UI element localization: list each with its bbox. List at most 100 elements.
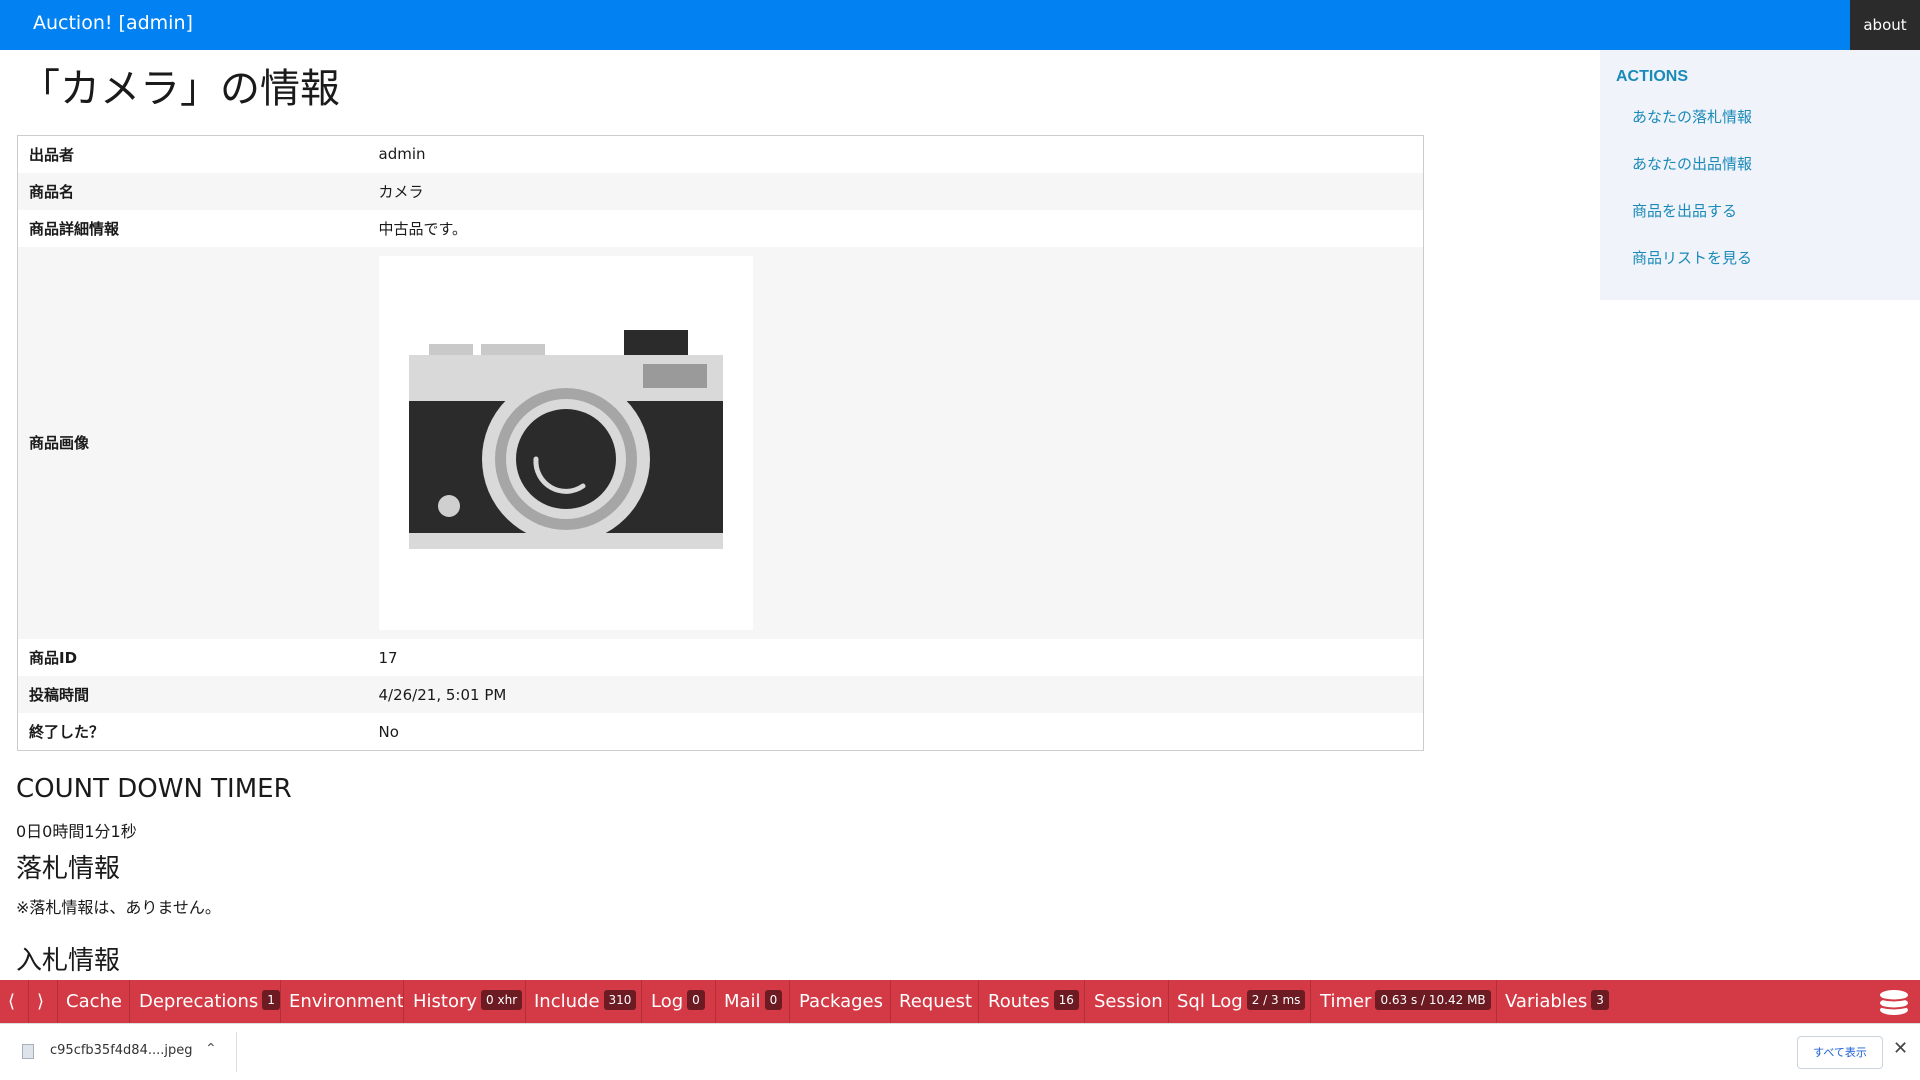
actions-sidebar: ACTIONS あなたの落札情報 あなたの出品情報 商品を出品する 商品リストを…: [1600, 50, 1920, 300]
panel-sql-log[interactable]: Sql Log 2 / 3 ms: [1177, 980, 1306, 1023]
action-add-item[interactable]: 商品を出品する: [1632, 200, 1752, 247]
panel-cache[interactable]: Cache: [66, 980, 122, 1023]
panel-badge: 0: [687, 990, 705, 1010]
toolbar-divider: [1168, 980, 1169, 1023]
countdown-value: 0日0時間1分1秒: [16, 822, 137, 841]
item-details-table: 出品者 admin 商品名 カメラ 商品詳細情報 中古品です。 商品画像 商品I…: [17, 135, 1424, 751]
chevron-right-icon[interactable]: ⟩: [37, 980, 44, 1023]
panel-label: Environment: [289, 991, 404, 1012]
toolbar-divider: [978, 980, 979, 1023]
panel-badge: 1: [262, 990, 280, 1010]
toolbar-divider: [641, 980, 642, 1023]
panel-variables[interactable]: Variables 3: [1505, 980, 1609, 1023]
toolbar-divider: [280, 980, 281, 1023]
panel-log[interactable]: Log 0: [651, 980, 705, 1023]
table-row: 商品詳細情報 中古品です。: [17, 209, 1424, 247]
chevron-left-icon[interactable]: ⟨: [8, 980, 15, 1023]
camera-button-left: [428, 343, 473, 356]
row-value: 17: [378, 648, 398, 667]
panel-label: Session: [1094, 991, 1163, 1012]
row-label: 投稿時間: [29, 686, 90, 705]
debugkit-logo-icon[interactable]: [1878, 988, 1910, 1016]
actions-list: あなたの落札情報 あなたの出品情報 商品を出品する 商品リストを見る: [1632, 106, 1752, 294]
action-my-winning-bids[interactable]: あなたの落札情報: [1632, 106, 1752, 153]
toolbar-divider: [1496, 980, 1497, 1023]
toolbar-divider: [57, 980, 58, 1023]
action-my-listings[interactable]: あなたの出品情報: [1632, 153, 1752, 200]
brand-link[interactable]: Auction! [admin]: [33, 12, 193, 34]
panel-mail[interactable]: Mail 0: [724, 980, 783, 1023]
toolbar-divider: [1310, 980, 1311, 1023]
panel-label: Mail: [724, 991, 761, 1012]
toolbar-divider: [789, 980, 790, 1023]
camera-light-dot: [437, 494, 460, 517]
row-label: 商品名: [29, 182, 75, 201]
panel-badge: 0 xhr: [481, 990, 523, 1010]
row-label: 商品ID: [29, 649, 78, 668]
toolbar-divider: [129, 980, 130, 1023]
panel-label: Include: [534, 991, 600, 1012]
panel-label: Sql Log: [1177, 991, 1243, 1012]
panel-label: Cache: [66, 991, 122, 1012]
panel-badge: 3: [1591, 990, 1609, 1010]
panel-label: Deprecations: [139, 991, 259, 1012]
panel-label: Log: [651, 991, 684, 1012]
panel-label: Variables: [1505, 991, 1588, 1012]
panel-badge: 0: [764, 990, 783, 1010]
panel-include[interactable]: Include 310: [534, 980, 637, 1023]
row-label: 終了した？: [29, 723, 105, 742]
close-icon[interactable]: ✕: [1893, 1038, 1908, 1059]
panel-label: Request: [899, 991, 973, 1012]
panel-session[interactable]: Session: [1094, 980, 1163, 1023]
download-filename[interactable]: c95cfb35f4d84....jpeg: [50, 1043, 193, 1058]
row-label: 商品画像: [29, 434, 90, 453]
toolbar-divider: [525, 980, 526, 1023]
row-value: 4/26/21, 5:01 PM: [378, 685, 507, 704]
panel-routes[interactable]: Routes 16: [988, 980, 1079, 1023]
panel-timer[interactable]: Timer 0.63 s / 10.42 MB: [1320, 980, 1491, 1023]
toolbar-divider: [890, 980, 891, 1023]
action-item-list[interactable]: 商品リストを見る: [1632, 247, 1752, 294]
show-all-button[interactable]: すべて表示: [1797, 1036, 1883, 1069]
table-row: 終了した？ No: [17, 713, 1424, 751]
about-link[interactable]: about: [1850, 0, 1920, 50]
panel-history[interactable]: History 0 xhr: [413, 980, 523, 1023]
panel-label: Timer: [1320, 991, 1372, 1012]
panel-deprecations[interactable]: Deprecations 1: [139, 980, 280, 1023]
top-navbar: Auction! [admin] about: [0, 0, 1920, 50]
panel-environment[interactable]: Environment: [289, 980, 404, 1023]
bidding-heading: 入札情報: [16, 946, 121, 976]
table-row: 商品ID 17: [17, 639, 1424, 677]
panel-badge: 2 / 3 ms: [1246, 990, 1306, 1010]
panel-packages[interactable]: Packages: [799, 980, 883, 1023]
table-row: 商品名 カメラ: [17, 172, 1424, 210]
row-value: [368, 247, 1424, 640]
row-value: 中古品です。: [378, 219, 468, 238]
panel-label: Packages: [799, 991, 883, 1012]
panel-badge: 16: [1053, 990, 1079, 1010]
row-label: 商品詳細情報: [29, 219, 120, 238]
panel-request[interactable]: Request: [899, 980, 972, 1023]
winning-message: ※落札情報は、ありません。: [16, 898, 221, 917]
chevron-up-icon[interactable]: ⌃: [205, 1041, 217, 1057]
row-value: admin: [378, 145, 426, 164]
toolbar-divider: [28, 980, 29, 1023]
toolbar-divider: [715, 980, 716, 1023]
camera-flash: [623, 329, 688, 356]
camera-viewfinder: [642, 363, 707, 388]
toolbar-divider: [1084, 980, 1085, 1023]
actions-heading: ACTIONS: [1616, 68, 1688, 85]
table-row: 商品画像: [17, 246, 1424, 640]
countdown-heading: COUNT DOWN TIMER: [16, 774, 292, 804]
camera-button-middle: [480, 343, 545, 356]
toolbar-divider: [403, 980, 404, 1023]
camera-image: [378, 255, 753, 630]
page-title: 「カメラ」の情報: [20, 66, 340, 112]
row-value: カメラ: [378, 182, 424, 201]
table-row: 投稿時間 4/26/21, 5:01 PM: [17, 676, 1424, 714]
panel-badge: 0.63 s / 10.42 MB: [1375, 990, 1491, 1010]
panel-label: History: [413, 991, 478, 1012]
camera-lens-glass: [515, 408, 616, 509]
panel-label: Routes: [988, 991, 1050, 1012]
debug-toolbar: ⟨ ⟩ Cache Deprecations 1 Environment Hist…: [0, 980, 1920, 1023]
